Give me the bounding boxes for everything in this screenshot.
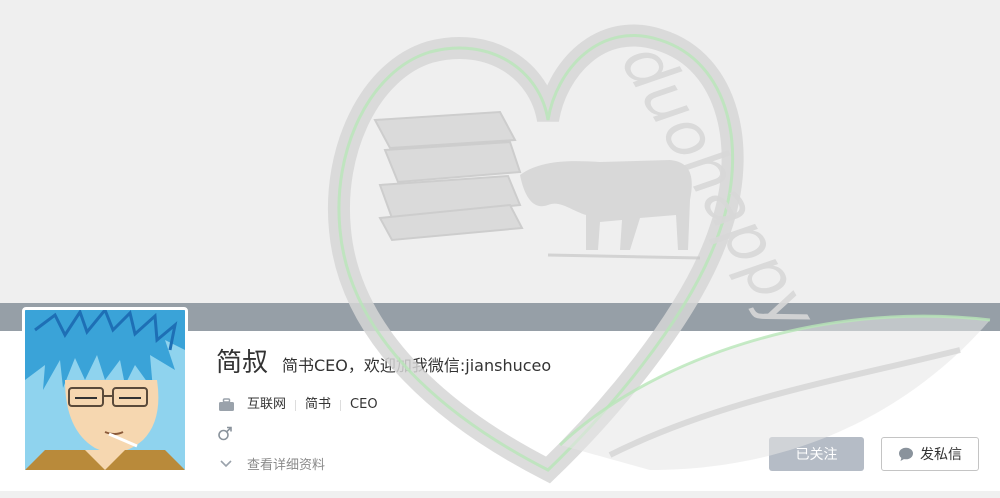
chevron-down-icon	[220, 460, 232, 468]
following-button[interactable]: 已关注	[769, 437, 864, 471]
show-details-toggle[interactable]: 查看详细资料	[219, 453, 325, 473]
tag-company: 简书	[305, 397, 332, 412]
send-message-button[interactable]: 发私信	[881, 437, 979, 471]
profile-name: 简叔	[216, 348, 269, 378]
avatar-illustration	[25, 310, 185, 470]
tag-divider	[295, 399, 297, 411]
briefcase-icon	[219, 398, 234, 411]
following-button-label: 已关注	[795, 447, 838, 463]
male-icon	[218, 426, 232, 441]
tag-position: CEO	[350, 397, 378, 412]
chat-bubble-icon	[899, 447, 913, 461]
avatar[interactable]	[22, 307, 188, 473]
occupation-tags: 互联网 简书 CEO	[218, 394, 378, 416]
cover-background	[0, 0, 1000, 303]
card-bottom-divider	[0, 491, 1000, 498]
tag-divider	[340, 399, 342, 411]
profile-headline: 简书CEO，欢迎加我微信:jianshuceo	[282, 356, 552, 375]
profile-page: 简叔 简书CEO，欢迎加我微信:jianshuceo 互联网 简书 CEO 查看…	[0, 0, 1000, 498]
show-details-label: 查看详细资料	[247, 457, 326, 473]
send-message-label: 发私信	[920, 447, 962, 463]
tag-industry: 互联网	[247, 397, 287, 412]
